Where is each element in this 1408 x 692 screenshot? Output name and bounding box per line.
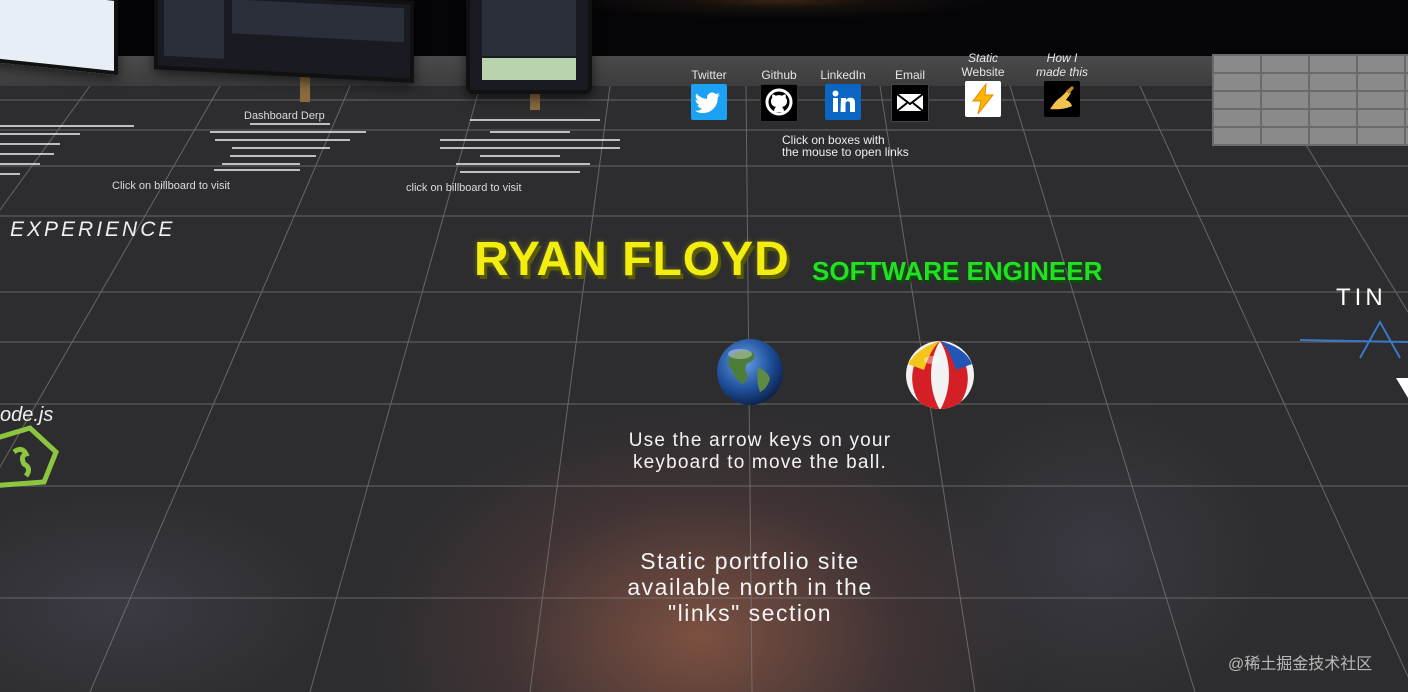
links-hint: Click on boxes with the mouse to open li… bbox=[782, 133, 909, 159]
email-link[interactable]: Email bbox=[888, 68, 932, 122]
email-icon[interactable] bbox=[891, 84, 929, 122]
how-label-line2: made this bbox=[1035, 65, 1089, 79]
twitter-link[interactable]: Twitter bbox=[688, 68, 730, 120]
name-title: RYAN FLOYD bbox=[474, 233, 790, 286]
controls-instructions: Use the arrow keys on your keyboard to m… bbox=[628, 430, 892, 473]
lightning-icon[interactable] bbox=[965, 81, 1001, 117]
billboard-phone[interactable] bbox=[466, 0, 592, 94]
twitter-label: Twitter bbox=[691, 68, 727, 82]
static-label-line1: Static bbox=[967, 51, 998, 65]
static-label-line2: Website bbox=[961, 65, 1005, 79]
how-made-link[interactable]: How I made this bbox=[1032, 51, 1092, 117]
experience-heading: EXPERIENCE bbox=[10, 218, 176, 241]
billboard-screen bbox=[164, 0, 224, 59]
billboard-screen bbox=[232, 0, 404, 43]
writing-hand-icon[interactable] bbox=[1044, 81, 1080, 117]
timeline-logo bbox=[1300, 319, 1408, 398]
watermark: @稀土掘金技术社区 bbox=[1228, 656, 1373, 673]
static-site-note: Static portfolio site available north in… bbox=[627, 548, 873, 626]
map-preview bbox=[482, 58, 576, 80]
how-label-line1: How I bbox=[1046, 51, 1078, 65]
beach-ball[interactable] bbox=[904, 340, 976, 412]
github-label: Github bbox=[761, 68, 797, 82]
github-link[interactable]: Github bbox=[758, 68, 800, 122]
static-website-link[interactable]: Static Website bbox=[956, 51, 1010, 117]
timeline-heading: TIN bbox=[1336, 284, 1387, 311]
github-icon[interactable] bbox=[760, 84, 798, 122]
linkedin-icon[interactable] bbox=[825, 84, 861, 120]
role-subtitle: SOFTWARE ENGINEER bbox=[812, 256, 1103, 286]
billboard-dashboard[interactable] bbox=[154, 0, 414, 83]
globe-ball[interactable] bbox=[716, 338, 786, 408]
billboard-left[interactable] bbox=[0, 0, 118, 76]
nodejs-logo-icon bbox=[0, 425, 59, 488]
linkedin-label: LinkedIn bbox=[820, 68, 866, 82]
twitter-icon[interactable] bbox=[691, 84, 727, 120]
billboard-screen bbox=[482, 0, 576, 56]
email-label: Email bbox=[894, 68, 925, 82]
projects-text-block bbox=[0, 119, 620, 175]
linkedin-link[interactable]: LinkedIn bbox=[818, 68, 868, 120]
brick-block bbox=[1212, 54, 1408, 146]
